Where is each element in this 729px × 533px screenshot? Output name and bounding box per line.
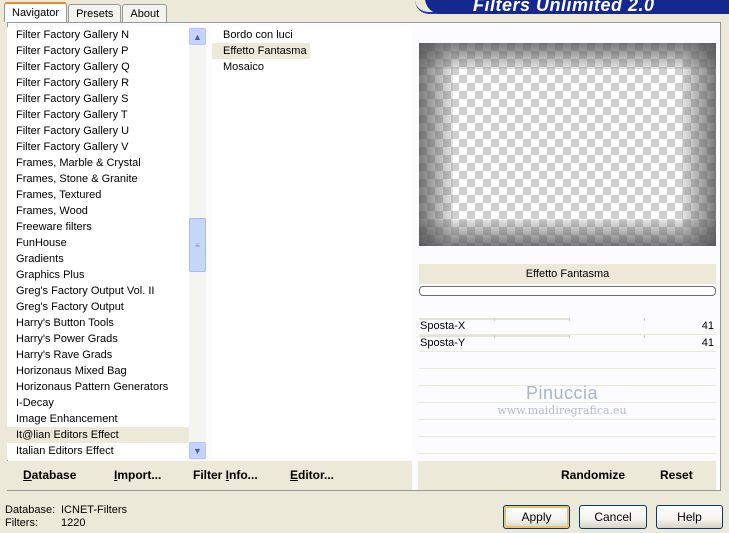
list-item[interactable]: It@lian Editors Effect bbox=[7, 427, 189, 443]
tab-navigator[interactable]: Navigator bbox=[4, 2, 68, 22]
list-item[interactable]: Horizonaus Mixed Bag bbox=[7, 363, 189, 379]
effect-title: Effetto Fantasma bbox=[419, 264, 716, 284]
slider-sposta-y[interactable]: Sposta-Y 41 bbox=[419, 335, 716, 352]
filters-label: Filters: bbox=[5, 517, 38, 529]
filter-category-list[interactable]: Filter Factory Gallery N Filter Factory G… bbox=[7, 27, 189, 460]
list-item[interactable]: Filter Factory Gallery T bbox=[7, 107, 189, 123]
list-item[interactable]: Filter Factory Gallery U bbox=[7, 123, 189, 139]
preview-shade-top bbox=[419, 43, 716, 69]
list-item[interactable]: Greg's Factory Output Vol. II bbox=[7, 283, 189, 299]
list-item[interactable]: Graphics Plus bbox=[7, 267, 189, 283]
slider-empty bbox=[419, 369, 716, 386]
randomize-button[interactable]: Randomize bbox=[561, 468, 625, 482]
list-item[interactable]: Frames, Wood bbox=[7, 203, 189, 219]
list-item[interactable]: Harry's Power Grads bbox=[7, 331, 189, 347]
chevron-up-icon: ▲ bbox=[193, 31, 202, 42]
filter-info-button[interactable]: Filter Info... bbox=[193, 468, 258, 482]
chevron-down-icon: ▼ bbox=[193, 445, 202, 456]
progress-bar bbox=[419, 286, 716, 296]
list-item[interactable]: Harry's Button Tools bbox=[7, 315, 189, 331]
list-item[interactable]: Mosaico bbox=[212, 59, 306, 75]
tab-presets[interactable]: Presets bbox=[68, 4, 122, 22]
list-item[interactable]: Harry's Rave Grads bbox=[7, 347, 189, 363]
list-item[interactable]: Effetto Fantasma bbox=[212, 43, 310, 59]
list-item[interactable]: Filter Factory Gallery R bbox=[7, 75, 189, 91]
list-item[interactable]: Italian Editors Effect bbox=[7, 443, 189, 459]
effect-list[interactable]: Bordo con luci Effetto Fantasma Mosaico bbox=[212, 27, 412, 460]
status-info: Database: ICNET-Filters Filters: 1220 bbox=[5, 504, 127, 530]
list-item[interactable]: Greg's Factory Output bbox=[7, 299, 189, 315]
slider-value: 41 bbox=[701, 337, 714, 349]
list-item[interactable]: I-Decay bbox=[7, 395, 189, 411]
preview-shade-bottom bbox=[419, 220, 716, 246]
slider-empty bbox=[419, 420, 716, 437]
slider-value: 41 bbox=[701, 320, 714, 332]
tab-strip: Navigator Presets About bbox=[4, 2, 168, 22]
navigator-toolbar: Database Import... Filter Info... Editor… bbox=[7, 461, 412, 490]
list-item[interactable]: Freeware filters bbox=[7, 219, 189, 235]
list-item[interactable]: Image Enhancement bbox=[7, 411, 189, 427]
slider-sposta-x[interactable]: Sposta-X 41 bbox=[419, 318, 716, 335]
import-button[interactable]: Import... bbox=[114, 468, 161, 482]
slider-empty bbox=[419, 403, 716, 420]
grip-icon: ≡ bbox=[195, 240, 200, 250]
list-item[interactable]: Filter Factory Gallery N bbox=[7, 27, 189, 43]
scroll-down-button[interactable]: ▼ bbox=[189, 442, 206, 459]
tab-about[interactable]: About bbox=[122, 4, 168, 22]
list-item[interactable]: FunHouse bbox=[7, 235, 189, 251]
slider-label: Sposta-Y bbox=[420, 337, 466, 349]
database-value: ICNET-Filters bbox=[61, 504, 127, 516]
preview-image bbox=[419, 43, 716, 246]
help-button[interactable]: Help bbox=[656, 505, 723, 529]
slider-empty bbox=[419, 437, 716, 454]
slider-panel: Sposta-X 41 Sposta-Y 41 bbox=[419, 318, 716, 471]
scroll-thumb[interactable]: ≡ bbox=[189, 218, 206, 272]
database-label: Database: bbox=[5, 504, 56, 516]
editor-button[interactable]: Editor... bbox=[290, 468, 334, 482]
list-item[interactable]: Filter Factory Gallery Q bbox=[7, 59, 189, 75]
list-item[interactable]: Frames, Marble & Crystal bbox=[7, 155, 189, 171]
filter-list-scrollbar[interactable]: ▲ ≡ ▼ bbox=[189, 27, 206, 460]
cancel-button[interactable]: Cancel bbox=[579, 505, 647, 529]
preview-shade-left bbox=[419, 43, 453, 246]
slider-label: Sposta-X bbox=[420, 320, 466, 332]
preview-toolbar: Randomize Reset bbox=[418, 461, 716, 490]
preview-shade-right bbox=[682, 43, 716, 246]
banner-title: Filters Unlimited 2.0 bbox=[425, 0, 729, 14]
slider-empty bbox=[419, 352, 716, 369]
list-item[interactable]: Filter Factory Gallery P bbox=[7, 43, 189, 59]
list-item[interactable]: Filter Factory Gallery V bbox=[7, 139, 189, 155]
filters-count: 1220 bbox=[61, 517, 86, 529]
apply-button[interactable]: Apply bbox=[503, 505, 570, 529]
list-item[interactable]: Frames, Stone & Granite bbox=[7, 171, 189, 187]
slider-empty bbox=[419, 386, 716, 403]
database-button[interactable]: Database bbox=[23, 468, 76, 482]
list-item[interactable]: Frames, Textured bbox=[7, 187, 189, 203]
list-item[interactable]: Filter Factory Gallery S bbox=[7, 91, 189, 107]
list-item[interactable]: Horizonaus Pattern Generators bbox=[7, 379, 189, 395]
list-item[interactable]: Gradients bbox=[7, 251, 189, 267]
list-item[interactable]: Bordo con luci bbox=[212, 27, 306, 43]
reset-button[interactable]: Reset bbox=[660, 468, 693, 482]
scroll-up-button[interactable]: ▲ bbox=[189, 28, 206, 45]
